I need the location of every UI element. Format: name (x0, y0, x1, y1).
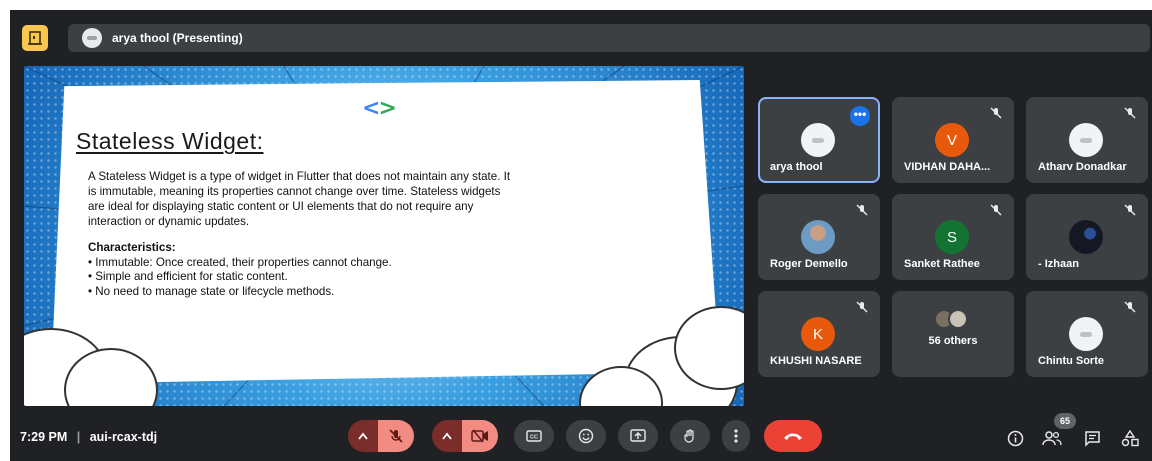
participant-tile[interactable]: K KHUSHI NASARE (758, 291, 880, 377)
participant-name: VIDHAN DAHA... (904, 161, 991, 173)
participant-tile[interactable]: S Sanket Rathee (892, 194, 1014, 280)
participant-tile[interactable]: Chintu Sorte (1026, 291, 1148, 377)
participant-name: arya thool (770, 161, 823, 173)
participant-tile[interactable]: Atharv Donadkar (1026, 97, 1148, 183)
slide-body-line: are ideal for displaying static content … (88, 200, 474, 213)
slide-paper (50, 80, 720, 384)
meet-window: arya thool (Presenting) <> Stateless Wid… (10, 10, 1152, 461)
mic-off-icon (856, 204, 868, 216)
presenter-label: arya thool (Presenting) (112, 31, 243, 45)
current-time: 7:29 PM (20, 430, 68, 444)
participant-tile[interactable]: Roger Demello (758, 194, 880, 280)
participant-avatar (801, 123, 835, 157)
mic-off-icon (1124, 107, 1136, 119)
slide-body-line: is immutable, meaning its properties can… (88, 185, 501, 198)
others-tile[interactable]: 56 others (892, 291, 1014, 377)
participant-name: Sanket Rathee (904, 258, 980, 270)
camera-control (432, 420, 498, 452)
mic-off-icon (990, 107, 1002, 119)
audio-settings-button[interactable] (348, 420, 378, 452)
participant-avatar: V (935, 123, 969, 157)
participant-photo (1069, 220, 1103, 254)
svg-text:CC: CC (530, 435, 538, 441)
slide-title: Stateless Widget: (76, 128, 264, 154)
participant-avatar (1069, 123, 1103, 157)
activities-icon (1121, 429, 1139, 446)
end-call-button[interactable] (764, 420, 822, 452)
chevron-up-icon (442, 432, 452, 440)
participant-photo (801, 220, 835, 254)
participant-tile[interactable]: V VIDHAN DAHA... (892, 97, 1014, 183)
mic-toggle-button[interactable] (378, 420, 414, 452)
mic-off-icon (1124, 301, 1136, 313)
mic-control (348, 420, 414, 452)
slide-characteristics: Characteristics: • Immutable: Once creat… (88, 241, 678, 299)
camera-off-icon (471, 429, 488, 443)
captions-icon: CC (526, 430, 542, 442)
presenter-chip[interactable]: arya thool (Presenting) (82, 28, 243, 48)
meeting-room-button[interactable] (22, 25, 48, 51)
others-count: 56 others (928, 335, 978, 347)
meeting-room-icon (28, 31, 42, 45)
mic-off-icon (389, 429, 403, 443)
activities-button[interactable] (1120, 428, 1140, 448)
mic-off-icon (990, 204, 1002, 216)
separator: | (76, 430, 81, 444)
video-settings-button[interactable] (432, 420, 462, 452)
participant-name: Chintu Sorte (1038, 355, 1104, 367)
chat-button[interactable] (1082, 428, 1102, 448)
meeting-info: 7:29 PM | aui-rcax-tdj (20, 430, 157, 444)
people-count-badge: 65 (1054, 413, 1076, 429)
emoji-icon (578, 428, 594, 444)
slide-body: A Stateless Widget is a type of widget i… (88, 169, 678, 229)
people-icon (1042, 431, 1062, 446)
participant-name: - Izhaan (1038, 258, 1079, 270)
slide-body-line: interaction or dynamic updates. (88, 215, 250, 228)
raise-hand-icon (684, 429, 694, 443)
presenting-bar: arya thool (Presenting) (68, 24, 1150, 52)
chevron-up-icon (358, 432, 368, 440)
gdg-logo: <> (362, 96, 397, 121)
participant-tile[interactable]: ••• arya thool (758, 97, 880, 183)
shared-presentation: <> Stateless Widget: A Stateless Widget … (24, 66, 744, 406)
more-options-button[interactable] (722, 420, 750, 452)
meeting-code: aui-rcax-tdj (89, 430, 158, 444)
captions-button[interactable]: CC (514, 420, 554, 452)
participant-name: Atharv Donadkar (1038, 161, 1127, 173)
present-screen-icon (630, 429, 646, 442)
mic-off-icon (856, 301, 868, 313)
chat-icon (1084, 430, 1100, 447)
more-options-icon[interactable]: ••• (850, 106, 870, 126)
people-button[interactable] (1042, 428, 1062, 448)
others-avatar-group (934, 309, 972, 331)
participant-avatar (1069, 317, 1103, 351)
end-call-icon (784, 433, 802, 440)
participant-name: KHUSHI NASARE (770, 355, 862, 367)
slide-body-line: A Stateless Widget is a type of widget i… (88, 170, 511, 183)
more-options-icon (734, 429, 738, 443)
emoji-button[interactable] (566, 420, 606, 452)
call-controls-bar: 7:29 PM | aui-rcax-tdj CC 65 (10, 408, 1152, 461)
participant-name: Roger Demello (770, 258, 848, 270)
camera-toggle-button[interactable] (462, 420, 498, 452)
meeting-details-button[interactable] (1005, 428, 1025, 448)
present-screen-button[interactable] (618, 420, 658, 452)
participant-avatar: K (801, 317, 835, 351)
info-icon (1007, 430, 1023, 446)
characteristics-heading: Characteristics: (88, 241, 176, 254)
presenter-avatar (82, 28, 102, 48)
raise-hand-button[interactable] (670, 420, 710, 452)
participant-avatar: S (935, 220, 969, 254)
participant-tile[interactable]: - Izhaan (1026, 194, 1148, 280)
mic-off-icon (1124, 204, 1136, 216)
characteristic-item: • Immutable: Once created, their propert… (88, 255, 392, 269)
characteristic-item: • Simple and efficient for static conten… (88, 270, 288, 283)
characteristic-item: • No need to manage state or lifecycle m… (88, 284, 335, 298)
